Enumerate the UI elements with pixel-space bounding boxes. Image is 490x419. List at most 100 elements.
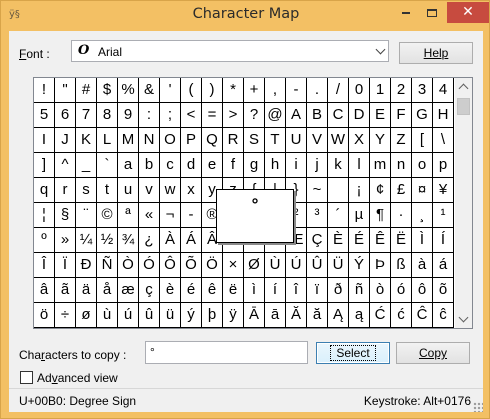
character-cell[interactable]: t <box>97 178 118 203</box>
character-cell[interactable]: - <box>181 203 202 228</box>
character-cell[interactable]: r <box>55 178 76 203</box>
character-cell[interactable]: « <box>139 203 160 228</box>
character-cell[interactable]: Ú <box>286 253 307 278</box>
character-cell[interactable]: ì <box>244 278 265 303</box>
character-cell[interactable]: é <box>181 278 202 303</box>
character-cell[interactable]: < <box>181 103 202 128</box>
character-cell[interactable]: ] <box>34 153 55 178</box>
character-cell[interactable]: Ì <box>412 228 433 253</box>
character-cell[interactable]: I <box>34 128 55 153</box>
character-cell[interactable]: h <box>265 153 286 178</box>
character-cell[interactable]: 4 <box>433 78 454 103</box>
scroll-up-icon[interactable] <box>455 78 472 95</box>
character-cell[interactable]: î <box>286 278 307 303</box>
character-cell[interactable]: f <box>223 153 244 178</box>
character-cell[interactable]: ; <box>160 103 181 128</box>
character-cell[interactable]: V <box>307 128 328 153</box>
character-cell[interactable]: 8 <box>97 103 118 128</box>
scroll-down-icon[interactable] <box>455 311 472 328</box>
character-cell[interactable]: è <box>160 278 181 303</box>
advanced-view-label[interactable]: Advanced view <box>37 371 118 385</box>
character-cell[interactable]: ñ <box>349 278 370 303</box>
character-cell[interactable]: - <box>286 78 307 103</box>
character-cell[interactable]: b <box>139 153 160 178</box>
character-cell[interactable]: K <box>76 128 97 153</box>
character-cell[interactable]: ` <box>97 153 118 178</box>
character-cell[interactable]: , <box>265 78 286 103</box>
character-cell[interactable]: a <box>118 153 139 178</box>
character-cell[interactable]: . <box>307 78 328 103</box>
maximize-button[interactable] <box>419 2 445 23</box>
character-cell[interactable]: : <box>139 103 160 128</box>
character-cell[interactable]: ¾ <box>118 228 139 253</box>
character-cell[interactable]: u <box>118 178 139 203</box>
character-cell[interactable]: ¼ <box>76 228 97 253</box>
character-cell[interactable]: û <box>139 303 160 328</box>
character-cell[interactable]: Ñ <box>97 253 118 278</box>
character-cell[interactable]: " <box>55 78 76 103</box>
character-cell[interactable]: ! <box>34 78 55 103</box>
character-cell[interactable]: ê <box>202 278 223 303</box>
character-cell[interactable]: ¤ <box>412 178 433 203</box>
character-cell[interactable]: Ò <box>118 253 139 278</box>
character-cell[interactable]: e <box>202 153 223 178</box>
character-cell[interactable]: x <box>181 178 202 203</box>
character-cell[interactable]: ¬ <box>160 203 181 228</box>
character-cell[interactable]: ÷ <box>55 303 76 328</box>
character-cell[interactable]: À <box>160 228 181 253</box>
character-cell[interactable]: ( <box>181 78 202 103</box>
character-cell[interactable]: Ô <box>160 253 181 278</box>
character-cell[interactable]: = <box>202 103 223 128</box>
character-cell[interactable]: ÿ <box>223 303 244 328</box>
character-cell[interactable]: ä <box>76 278 97 303</box>
character-cell[interactable]: Þ <box>370 253 391 278</box>
character-cell[interactable]: * <box>223 78 244 103</box>
character-cell[interactable]: Ą <box>328 303 349 328</box>
character-cell[interactable]: £ <box>391 178 412 203</box>
character-cell[interactable]: Û <box>307 253 328 278</box>
character-cell[interactable]: ô <box>412 278 433 303</box>
character-cell[interactable]: Ĉ <box>412 303 433 328</box>
character-cell[interactable]: ĉ <box>433 303 454 328</box>
character-cell[interactable]: + <box>244 78 265 103</box>
character-cell[interactable]: ð <box>328 278 349 303</box>
select-button[interactable]: Select <box>316 342 390 364</box>
character-cell[interactable]: Õ <box>181 253 202 278</box>
character-cell[interactable]: â <box>34 278 55 303</box>
character-cell[interactable]: F <box>391 103 412 128</box>
character-cell[interactable]: X <box>349 128 370 153</box>
character-cell[interactable]: @ <box>265 103 286 128</box>
character-cell[interactable]: W <box>328 128 349 153</box>
character-cell[interactable]: 0 <box>349 78 370 103</box>
characters-to-copy-input[interactable]: ° <box>145 341 308 364</box>
character-cell[interactable]: $ <box>97 78 118 103</box>
character-cell[interactable]: æ <box>118 278 139 303</box>
character-cell[interactable]: ë <box>223 278 244 303</box>
character-cell[interactable]: × <box>223 253 244 278</box>
character-cell[interactable]: J <box>55 128 76 153</box>
character-cell[interactable]: ü <box>160 303 181 328</box>
title-bar[interactable]: ÿ§ Character Map ✕ <box>1 1 490 29</box>
character-cell[interactable]: É <box>349 228 370 253</box>
character-cell[interactable]: w <box>160 178 181 203</box>
character-cell[interactable]: ª <box>118 203 139 228</box>
character-cell[interactable]: q <box>34 178 55 203</box>
character-cell[interactable]: Ë <box>391 228 412 253</box>
character-cell[interactable]: 1 <box>370 78 391 103</box>
character-cell[interactable]: Z <box>391 128 412 153</box>
character-cell[interactable]: S <box>244 128 265 153</box>
character-cell[interactable]: Á <box>181 228 202 253</box>
character-cell[interactable]: þ <box>202 303 223 328</box>
character-cell[interactable]: L <box>97 128 118 153</box>
character-cell[interactable]: È <box>328 228 349 253</box>
character-cell[interactable]: D <box>349 103 370 128</box>
character-cell[interactable]: H <box>433 103 454 128</box>
character-cell[interactable]: õ <box>433 278 454 303</box>
character-cell[interactable]: ã <box>55 278 76 303</box>
character-cell[interactable]: Ç <box>307 228 328 253</box>
character-cell[interactable]: Ü <box>328 253 349 278</box>
character-cell[interactable]: G <box>412 103 433 128</box>
character-cell[interactable]: ï <box>307 278 328 303</box>
resize-grip-icon[interactable] <box>473 402 483 412</box>
character-cell[interactable]: ò <box>370 278 391 303</box>
